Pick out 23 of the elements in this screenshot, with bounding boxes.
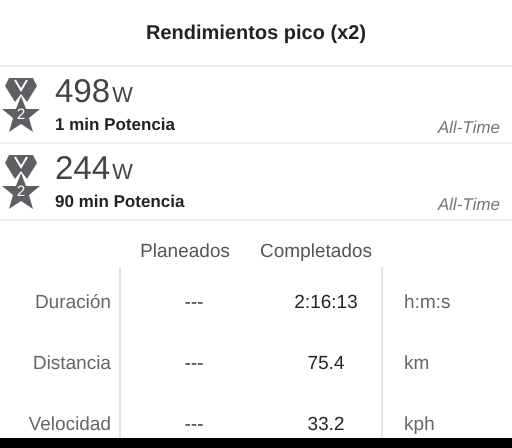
row-label: Duración (34, 291, 111, 316)
table-cell-text: --- (184, 352, 204, 376)
table-cell-text: 2:16:13 (293, 291, 359, 316)
period-label: All-Time (438, 194, 500, 216)
table-cell-text: 75.4 (306, 352, 346, 376)
page-title: Rendimientos pico (x2) (146, 20, 366, 46)
peak-label: 90 min Potencia (55, 190, 184, 213)
peak-label: 1 min Potencia (55, 114, 175, 136)
unit-label: km (404, 352, 430, 376)
peak-value: 244 (55, 148, 110, 187)
unit-label: h:m:s (404, 291, 450, 316)
row-label: Distancia (32, 352, 111, 376)
peak-value: 498 (55, 72, 110, 110)
period-label: All-Time (438, 117, 500, 139)
row-label: Velocidad (28, 413, 111, 438)
table-cell-text: --- (184, 413, 204, 438)
column-header: Completados (259, 240, 373, 264)
table-cell-text: 33.2 (306, 413, 346, 438)
unit-label: W (112, 158, 133, 186)
unit-label: W (112, 80, 133, 109)
table-cell-text: --- (184, 291, 204, 316)
column-header: Planeados (139, 240, 231, 264)
unit-label: kph (404, 413, 435, 438)
